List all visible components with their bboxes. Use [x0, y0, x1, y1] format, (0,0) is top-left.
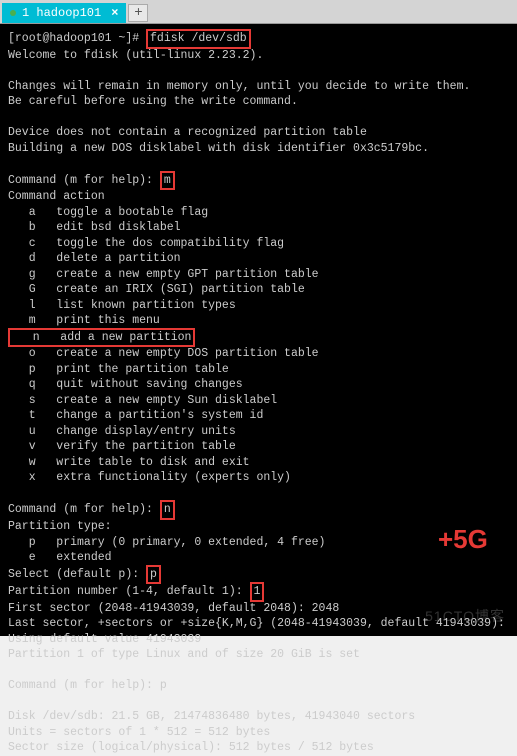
using-default: Using default value 41943039 — [8, 633, 201, 646]
watermark: 51CTO博客 — [425, 607, 505, 626]
sector-size: Sector size (logical/physical): 512 byte… — [8, 741, 374, 754]
action-s: s create a new empty Sun disklabel — [8, 394, 277, 407]
line: Changes will remain in memory only, unti… — [8, 80, 470, 93]
action-b: b edit bsd disklabel — [8, 221, 181, 234]
line: Partition type: — [8, 520, 112, 533]
terminal-output[interactable]: [root@hadoop101 ~]# fdisk /dev/sdb Welco… — [0, 24, 517, 636]
highlight-n-input: n — [160, 500, 175, 520]
highlight-action-n: n add a new partition — [8, 328, 195, 348]
action-G: G create an IRIX (SGI) partition table — [8, 283, 305, 296]
units: Units = sectors of 1 * 512 = 512 bytes — [8, 726, 270, 739]
disk-info: Disk /dev/sdb: 21.5 GB, 21474836480 byte… — [8, 710, 415, 723]
partition-number-prompt: Partition number (1-4, default 1): — [8, 585, 243, 598]
ptype-extended: e extended — [8, 551, 112, 564]
action-v: v verify the partition table — [8, 440, 236, 453]
line: Device does not contain a recognized par… — [8, 126, 367, 139]
cmd-p: Command (m for help): p — [8, 679, 167, 692]
highlight-fdisk-command: fdisk /dev/sdb — [146, 29, 251, 49]
highlight-m-input: m — [160, 171, 175, 191]
tab-hadoop101[interactable]: 1 hadoop101 × — [2, 3, 126, 23]
new-tab-button[interactable]: + — [128, 4, 148, 22]
ptype-primary: p primary (0 primary, 0 extended, 4 free… — [8, 536, 325, 549]
action-m: m print this menu — [8, 314, 160, 327]
cmd-help-prompt: Command (m for help): — [8, 503, 153, 516]
close-icon[interactable]: × — [111, 6, 118, 20]
status-dot-icon — [10, 10, 16, 16]
plus-icon: + — [134, 5, 142, 21]
tab-label: 1 hadoop101 — [22, 6, 101, 20]
highlight-1-input: 1 — [250, 582, 265, 602]
line: Building a new DOS disklabel with disk i… — [8, 142, 429, 155]
annotation-5g: +5G — [438, 522, 488, 557]
select-prompt: Select (default p): — [8, 568, 139, 581]
line: Command action — [8, 190, 105, 203]
line: Welcome to fdisk (util-linux 2.23.2). — [8, 49, 263, 62]
action-c: c toggle the dos compatibility flag — [8, 237, 284, 250]
tab-bar: 1 hadoop101 × + — [0, 0, 517, 24]
line: Be careful before using the write comman… — [8, 95, 298, 108]
action-t: t change a partition's system id — [8, 409, 263, 422]
action-x: x extra functionality (experts only) — [8, 471, 291, 484]
cmd-help-prompt: Command (m for help): — [8, 174, 153, 187]
action-q: q quit without saving changes — [8, 378, 243, 391]
action-l: l list known partition types — [8, 299, 236, 312]
partition-set: Partition 1 of type Linux and of size 20… — [8, 648, 360, 661]
action-d: d delete a partition — [8, 252, 181, 265]
action-o: o create a new empty DOS partition table — [8, 347, 319, 360]
action-p: p print the partition table — [8, 363, 229, 376]
action-a: a toggle a bootable flag — [8, 206, 208, 219]
prompt: [root@hadoop101 ~]# — [8, 32, 139, 45]
first-sector: First sector (2048-41943039, default 204… — [8, 602, 339, 615]
action-u: u change display/entry units — [8, 425, 236, 438]
action-w: w write table to disk and exit — [8, 456, 250, 469]
highlight-p-input: p — [146, 565, 161, 585]
action-g: g create a new empty GPT partition table — [8, 268, 319, 281]
